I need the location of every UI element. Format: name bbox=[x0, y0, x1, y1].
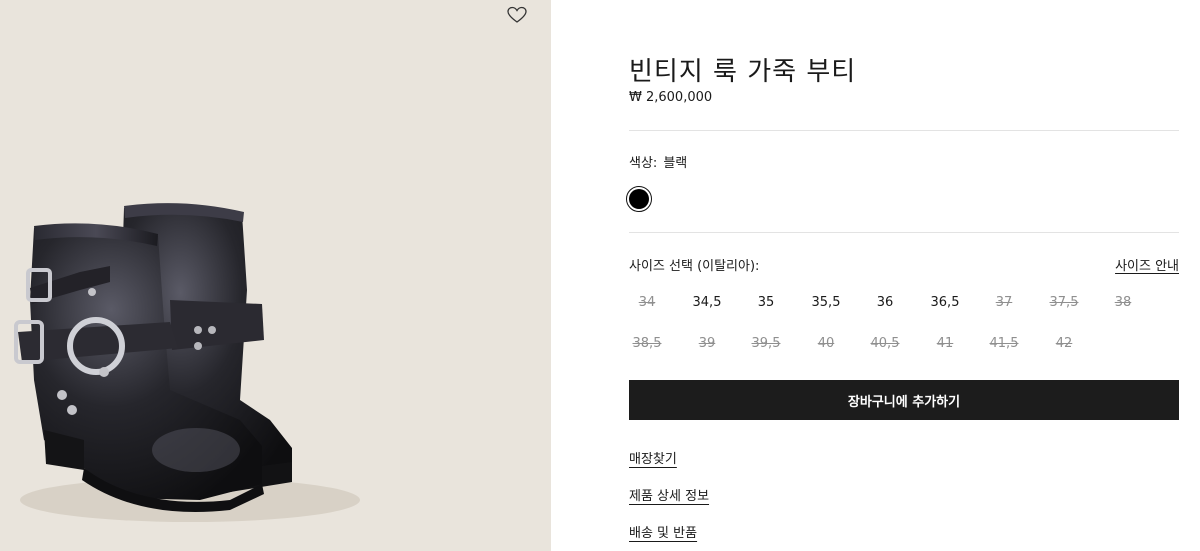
divider bbox=[629, 232, 1179, 233]
size-option-39-5[interactable]: 39,5 bbox=[743, 336, 789, 351]
size-option-38-5[interactable]: 38,5 bbox=[624, 336, 670, 351]
size-option-34-5[interactable]: 34,5 bbox=[684, 295, 730, 310]
divider bbox=[629, 130, 1179, 131]
add-to-cart-button[interactable]: 장바구니에 추가하기 bbox=[629, 380, 1179, 420]
shipping-returns-link[interactable]: 배송 및 반품 bbox=[629, 522, 697, 541]
color-swatch-black[interactable] bbox=[626, 186, 652, 212]
size-option-35[interactable]: 35 bbox=[743, 295, 789, 310]
size-option-36-5[interactable]: 36,5 bbox=[922, 295, 968, 310]
product-price: ₩ 2,600,000 bbox=[629, 90, 713, 105]
color-value: 블랙 bbox=[663, 156, 688, 171]
size-option-36[interactable]: 36 bbox=[862, 295, 908, 310]
color-label: 색상: bbox=[629, 156, 658, 171]
product-image-panel bbox=[0, 0, 551, 551]
size-option-37[interactable]: 37 bbox=[981, 295, 1027, 310]
product-details-link[interactable]: 제품 상세 정보 bbox=[629, 485, 709, 504]
color-swatch-dot bbox=[629, 189, 649, 209]
size-option-40-5[interactable]: 40,5 bbox=[862, 336, 908, 351]
size-option-34[interactable]: 34 bbox=[624, 295, 670, 310]
size-option-39[interactable]: 39 bbox=[684, 336, 730, 351]
size-guide-link[interactable]: 사이즈 안내 bbox=[1115, 255, 1179, 274]
size-option-41-5[interactable]: 41,5 bbox=[981, 336, 1027, 351]
size-option-37-5[interactable]: 37,5 bbox=[1041, 295, 1087, 310]
size-option-42[interactable]: 42 bbox=[1041, 336, 1087, 351]
store-finder-link[interactable]: 매장찾기 bbox=[629, 448, 677, 467]
product-title: 빈티지 룩 가죽 부티 bbox=[629, 57, 857, 87]
wishlist-heart-icon[interactable] bbox=[506, 5, 528, 25]
size-option-41[interactable]: 41 bbox=[922, 336, 968, 351]
color-selection: 색상: 블랙 bbox=[629, 152, 687, 171]
size-option-38[interactable]: 38 bbox=[1100, 295, 1146, 310]
size-option-35-5[interactable]: 35,5 bbox=[803, 295, 849, 310]
size-selector-label: 사이즈 선택 (이탈리아): bbox=[629, 259, 760, 274]
product-image bbox=[14, 203, 360, 522]
size-option-40[interactable]: 40 bbox=[803, 336, 849, 351]
